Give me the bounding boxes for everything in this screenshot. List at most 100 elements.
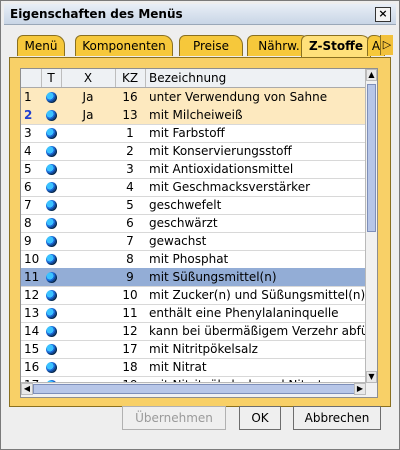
table-row[interactable]: 15 17 mit Nitritpökelsalz <box>21 340 366 359</box>
globe-icon <box>45 236 57 247</box>
x-cell[interactable] <box>61 160 115 178</box>
type-cell <box>41 286 61 304</box>
header-rownum <box>21 69 42 87</box>
apply-button[interactable]: Übernehmen <box>122 406 226 430</box>
x-cell[interactable] <box>61 124 115 142</box>
vertical-scroll-thumb[interactable] <box>367 84 376 232</box>
globe-icon <box>45 128 57 139</box>
table-row[interactable]: 7 5 geschwefelt <box>21 196 366 215</box>
x-cell[interactable] <box>61 286 115 304</box>
x-cell[interactable] <box>61 214 115 232</box>
table-row[interactable]: 2 Ja 13 mit Milcheiweiß <box>21 106 366 125</box>
table-row[interactable]: 6 4 mit Geschmacksverstärker <box>21 178 366 197</box>
table-header: T X KZ Bezeichnung <box>21 69 366 88</box>
x-cell[interactable] <box>61 358 115 376</box>
table-row[interactable]: 14 12 kann bei übermäßigem Verzehr abführ.… <box>21 322 366 341</box>
close-button[interactable]: × <box>375 7 391 22</box>
kz-cell: 4 <box>126 180 134 194</box>
bezeichnung-cell: kann bei übermäßigem Verzehr abführ.. <box>149 324 365 338</box>
bezeichnung-cell: mit Milcheiweiß <box>149 108 243 122</box>
x-cell[interactable] <box>61 232 115 250</box>
table-row[interactable]: 13 11 enthält eine Phenylalaninquelle <box>21 304 366 323</box>
globe-icon <box>45 218 57 229</box>
bezeichnung-cell: mit Geschmacksverstärker <box>149 180 311 194</box>
tab-bar: Menü Komponenten Preise Nährw. Z-Stoffe … <box>17 35 393 58</box>
additives-table-container: T X KZ Bezeichnung 1 Ja 16 unter Verwendung… <box>20 68 378 398</box>
vertical-scrollbar[interactable]: ▲ ▼ <box>365 69 377 383</box>
type-cell <box>41 196 61 214</box>
kz-cell: 18 <box>122 360 138 374</box>
scroll-left-icon[interactable]: ◀ <box>21 383 33 395</box>
table-row[interactable]: 11 9 mit Süßungsmittel(n) <box>21 268 366 287</box>
title-bar[interactable]: Eigenschaften des Menüs × <box>4 4 396 25</box>
table-row[interactable]: 16 18 mit Nitrat <box>21 358 366 377</box>
kz-cell: 12 <box>122 324 138 338</box>
table-row[interactable]: 5 3 mit Antioxidationsmittel <box>21 160 366 179</box>
window-title: Eigenschaften des Menüs <box>10 7 183 21</box>
type-cell <box>41 124 61 142</box>
header-kz[interactable]: KZ <box>115 69 146 87</box>
x-cell[interactable] <box>61 268 115 286</box>
globe-icon <box>45 254 57 265</box>
bezeichnung-cell: enthält eine Phenylalaninquelle <box>149 306 339 320</box>
bezeichnung-cell: mit Konservierungsstoff <box>149 144 292 158</box>
cancel-button[interactable]: Abbrechen <box>293 406 381 430</box>
x-cell[interactable] <box>61 304 115 322</box>
tab-menu[interactable]: Menü <box>17 35 65 56</box>
bezeichnung-cell: mit Nitrat <box>149 360 207 374</box>
kz-cell: 6 <box>126 216 134 230</box>
tab-z-stoffe[interactable]: Z-Stoffe <box>301 35 371 58</box>
x-cell[interactable] <box>61 196 115 214</box>
header-bezeichnung[interactable]: Bezeichnung <box>145 69 366 87</box>
globe-icon <box>45 326 57 337</box>
horizontal-scroll-thumb[interactable] <box>33 384 363 394</box>
tab-scroll-arrow-icon[interactable]: ▷ <box>380 35 393 55</box>
table-row[interactable]: 10 8 mit Phosphat <box>21 250 366 269</box>
z-stoffe-panel: T X KZ Bezeichnung 1 Ja 16 unter Verwendung… <box>9 57 391 407</box>
globe-icon <box>45 290 57 301</box>
x-cell[interactable] <box>61 340 115 358</box>
kz-cell: 10 <box>122 288 138 302</box>
type-cell <box>41 304 61 322</box>
horizontal-scrollbar[interactable]: ◀ ▶ <box>21 382 377 397</box>
bezeichnung-cell: unter Verwendung von Sahne <box>149 90 328 104</box>
x-cell[interactable]: Ja <box>61 88 115 106</box>
kz-cell: 9 <box>126 270 134 284</box>
globe-icon <box>45 110 57 121</box>
globe-icon <box>45 362 57 373</box>
table-row[interactable]: 8 6 geschwärzt <box>21 214 366 233</box>
type-cell <box>41 106 61 124</box>
x-cell[interactable] <box>61 322 115 340</box>
scroll-up-icon[interactable]: ▲ <box>366 69 377 81</box>
x-cell[interactable] <box>61 250 115 268</box>
bezeichnung-cell: gewachst <box>149 234 207 248</box>
globe-icon <box>45 182 57 193</box>
type-cell <box>41 232 61 250</box>
table-row[interactable]: 12 10 mit Zucker(n) und Süßungsmittel(n) <box>21 286 366 305</box>
globe-icon <box>45 92 57 103</box>
x-cell[interactable] <box>61 142 115 160</box>
table-row[interactable]: 3 1 mit Farbstoff <box>21 124 366 143</box>
tab-komponenten[interactable]: Komponenten <box>75 35 173 56</box>
table-row[interactable]: 4 2 mit Konservierungsstoff <box>21 142 366 161</box>
type-cell <box>41 358 61 376</box>
table-row[interactable]: 9 7 gewachst <box>21 232 366 251</box>
globe-icon <box>45 308 57 319</box>
dialog-window: Eigenschaften des Menüs × Menü Komponent… <box>0 0 400 450</box>
type-cell <box>41 340 61 358</box>
type-cell <box>41 322 61 340</box>
kz-cell: 13 <box>122 108 138 122</box>
globe-icon <box>45 200 57 211</box>
scroll-right-icon[interactable]: ▶ <box>354 383 366 395</box>
globe-icon <box>45 344 57 355</box>
tab-preise[interactable]: Preise <box>179 35 243 56</box>
table-row[interactable]: 1 Ja 16 unter Verwendung von Sahne <box>21 88 366 107</box>
ok-button[interactable]: OK <box>239 406 281 430</box>
header-x[interactable]: X <box>61 69 116 87</box>
kz-cell: 3 <box>126 162 134 176</box>
x-cell[interactable]: Ja <box>61 106 115 124</box>
x-cell[interactable] <box>61 178 115 196</box>
bezeichnung-cell: mit Süßungsmittel(n) <box>149 270 277 284</box>
kz-cell: 1 <box>126 126 134 140</box>
header-t[interactable]: T <box>41 69 62 87</box>
